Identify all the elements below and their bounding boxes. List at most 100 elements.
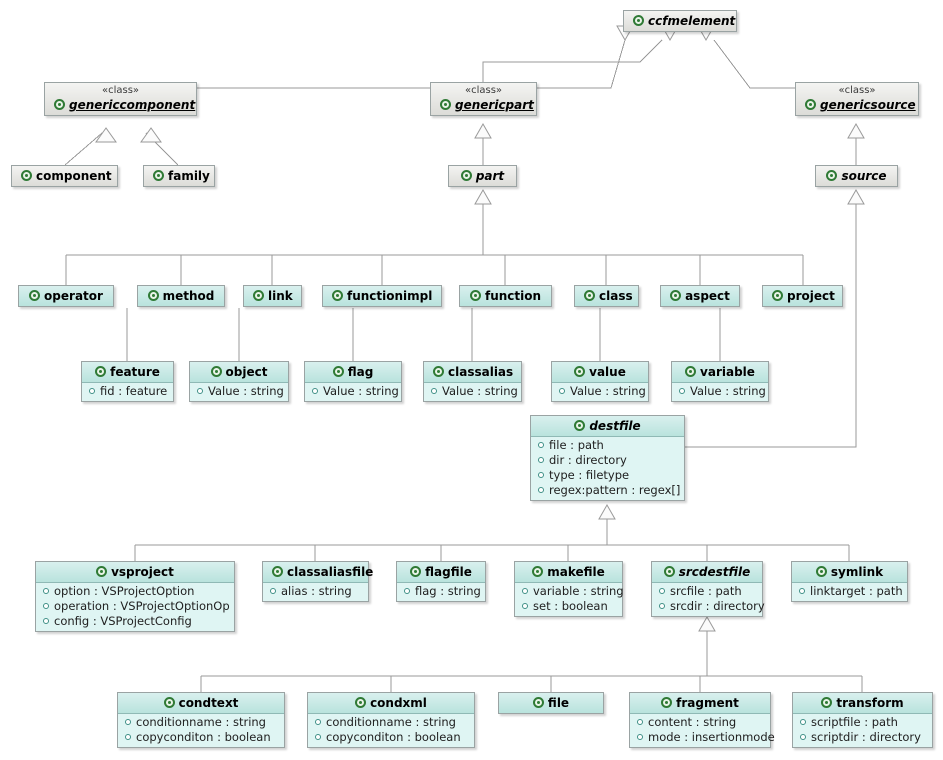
uml-attribute: type : filetype [531, 468, 684, 483]
uml-attribute: scriptdir : directory [793, 730, 932, 745]
uml-class-makefile[interactable]: makefile variable : string set : boolean [514, 561, 624, 617]
uml-class-functionimpl[interactable]: functionimpl [322, 285, 442, 307]
uml-class-project[interactable]: project [762, 285, 843, 307]
uml-class-genericpart[interactable]: «class» genericpart [430, 82, 537, 116]
uml-class-header-class: class [575, 286, 638, 306]
uml-class-header-operator: operator [19, 286, 113, 306]
uml-class-ccfmelement[interactable]: ccfmelement [623, 10, 737, 32]
class-icon [821, 697, 833, 708]
uml-class-function[interactable]: function [459, 285, 552, 307]
uml-class-feature[interactable]: feature fid : feature [81, 361, 174, 402]
class-icon [670, 290, 682, 301]
uml-class-srcdestfile[interactable]: srcdestfile srcfile : path srcdir : direct… [651, 561, 765, 617]
uml-class-value[interactable]: value Value : string [551, 361, 649, 402]
property-icon [538, 472, 544, 478]
uml-class-symlink[interactable]: symlink linktarget : path [791, 561, 908, 602]
class-icon [663, 566, 675, 577]
uml-class-fragment[interactable]: fragment content : string mode : insertion… [629, 692, 775, 748]
uml-class-name-fragment: fragment [676, 696, 739, 710]
uml-class-component[interactable]: component [11, 165, 118, 187]
uml-class-header-srcdestfile: srcdestfile [652, 562, 762, 583]
class-icon [433, 366, 444, 377]
uml-attribute-label: Value : string [570, 384, 646, 398]
uml-attribute: regex:pattern : regex[] [531, 483, 684, 498]
uml-class-operator[interactable]: operator [18, 285, 114, 307]
edge-genericcomponent-ccfmelement [197, 39, 626, 89]
uml-class-genericsource[interactable]: «class» genericsource [795, 82, 919, 116]
uml-class-classalias[interactable]: classalias Value : string [423, 361, 522, 402]
stereotype-label-genericpart: «class» [464, 85, 503, 96]
uml-attribute: option : VSProjectOption [36, 584, 234, 599]
uml-attribute-compartment-flag: Value : string [305, 383, 401, 401]
uml-attribute-compartment-variable: Value : string [672, 383, 768, 401]
property-icon [197, 388, 203, 394]
uml-class-link[interactable]: link [243, 285, 302, 307]
uml-attribute: Value : string [424, 384, 521, 399]
property-icon [538, 442, 544, 448]
uml-class-header-source: source [816, 166, 897, 186]
uml-attribute-label: config : VSProjectConfig [54, 614, 192, 628]
triangle-genericpart [474, 122, 492, 139]
stereotype-label-genericcomponent: «class» [101, 85, 140, 96]
triangle-part [474, 188, 492, 205]
uml-class-class[interactable]: class [574, 285, 639, 307]
uml-class-name-operator: operator [44, 289, 103, 303]
uml-attribute-compartment-condxml: conditionname : string copyconditon : boo… [308, 714, 474, 747]
uml-attribute: content : string [630, 715, 770, 730]
uml-class-header-destfile: destfile [531, 416, 684, 437]
uml-class-name-value: value [589, 365, 626, 379]
uml-class-condxml[interactable]: condxml conditionname : string copycondito… [307, 692, 475, 748]
uml-attribute-compartment-condtext: conditionname : string copyconditon : boo… [118, 714, 284, 747]
class-icon [469, 290, 481, 301]
uml-class-flagfile[interactable]: flagfile flag : string [396, 561, 486, 602]
uml-class-header-feature: feature [82, 362, 173, 383]
property-icon [538, 457, 544, 463]
property-icon [637, 734, 643, 740]
class-icon [772, 290, 783, 301]
uml-attribute: flag : string [397, 584, 485, 599]
uml-attribute-label: option : VSProjectOption [54, 584, 195, 598]
uml-class-transform[interactable]: transform scriptfile : path scriptdir : di… [792, 692, 933, 748]
uml-attribute: copyconditon : boolean [118, 730, 284, 745]
uml-class-source[interactable]: source [815, 165, 898, 187]
uml-class-part[interactable]: part [448, 165, 517, 187]
uml-class-name-ccfmelement: ccfmelement [648, 14, 736, 28]
class-icon [272, 566, 283, 577]
class-icon [29, 290, 41, 301]
uml-attribute: set : boolean [515, 599, 622, 614]
uml-class-name-aspect: aspect [685, 289, 730, 303]
uml-class-object[interactable]: object Value : string [189, 361, 289, 402]
property-icon [315, 734, 321, 740]
uml-attribute-label: conditionname : string [326, 715, 456, 729]
property-icon [89, 388, 95, 394]
uml-attribute: copyconditon : boolean [308, 730, 474, 745]
uml-attribute-label: Value : string [690, 384, 766, 398]
uml-class-destfile[interactable]: destfile file : path dir : directory type :… [530, 415, 685, 501]
uml-class-header-genericcomponent: «class» genericcomponent [45, 83, 196, 115]
uml-class-name-flagfile: flagfile [425, 565, 472, 579]
uml-class-aspect[interactable]: aspect [660, 285, 740, 307]
uml-class-variable[interactable]: variable Value : string [671, 361, 769, 402]
class-icon [805, 99, 816, 110]
uml-class-name-condtext: condtext [178, 696, 239, 710]
uml-class-diagram-canvas[interactable]: ccfmelement «class» genericcomponent «class… [0, 0, 943, 760]
uml-class-header-classaliasfile: classaliasfile [263, 562, 373, 583]
uml-class-classaliasfile[interactable]: classaliasfile alias : string [262, 561, 373, 602]
uml-class-genericcomponent[interactable]: «class» genericcomponent [44, 82, 197, 116]
uml-attribute: scriptfile : path [793, 715, 932, 730]
uml-attribute-compartment-fragment: content : string mode : insertionmode [630, 714, 775, 747]
uml-class-method[interactable]: method [137, 285, 225, 307]
uml-class-vsproject[interactable]: vsproject option : VSProjectOption operati… [35, 561, 235, 632]
uml-class-header-variable: variable [672, 362, 768, 383]
uml-attribute: srcfile : path [652, 584, 762, 599]
uml-attribute-label: dir : directory [549, 453, 627, 467]
uml-class-family[interactable]: family [143, 165, 215, 187]
uml-class-flag[interactable]: flag Value : string [304, 361, 402, 402]
uml-class-header-makefile: makefile [515, 562, 622, 583]
uml-class-condtext[interactable]: condtext conditionname : string copycondit… [117, 692, 285, 748]
uml-class-file[interactable]: file [498, 692, 604, 714]
uml-class-header-function: function [460, 286, 551, 306]
uml-attribute-compartment-destfile: file : path dir : directory type : filetyp… [531, 437, 684, 500]
uml-attribute-label: mode : insertionmode [648, 730, 775, 744]
class-icon [532, 566, 544, 577]
